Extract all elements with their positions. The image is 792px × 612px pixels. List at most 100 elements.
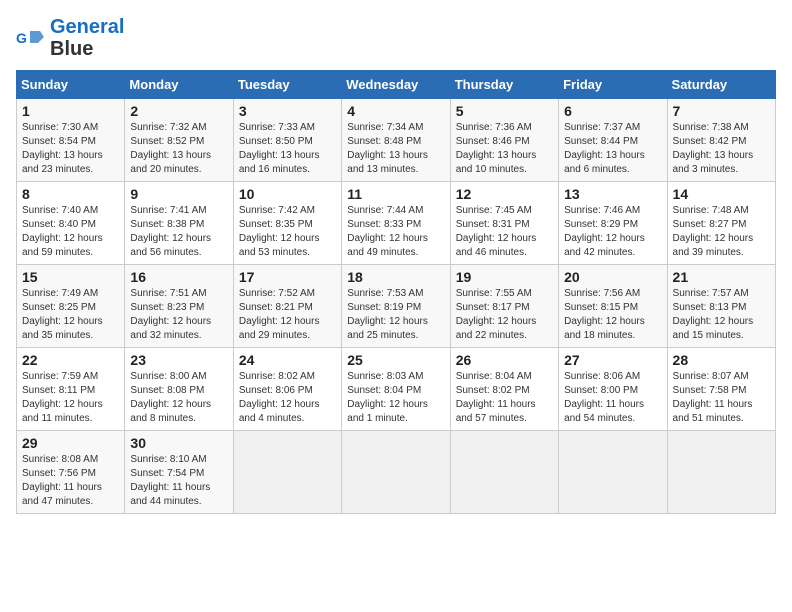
day-info: Sunrise: 7:33 AM Sunset: 8:50 PM Dayligh… (239, 121, 336, 177)
day-number: 24 (239, 352, 336, 368)
day-info: Sunrise: 7:40 AM Sunset: 8:40 PM Dayligh… (22, 204, 119, 260)
calendar-cell: 12 Sunrise: 7:45 AM Sunset: 8:31 PM Dayli… (450, 182, 558, 265)
calendar-cell: 1 Sunrise: 7:30 AM Sunset: 8:54 PM Daylig… (17, 99, 125, 182)
calendar-cell: 26 Sunrise: 8:04 AM Sunset: 8:02 PM Dayli… (450, 348, 558, 431)
day-number: 22 (22, 352, 119, 368)
day-info: Sunrise: 7:44 AM Sunset: 8:33 PM Dayligh… (347, 204, 444, 260)
day-number: 19 (456, 269, 553, 285)
calendar-cell: 2 Sunrise: 7:32 AM Sunset: 8:52 PM Daylig… (125, 99, 233, 182)
day-number: 15 (22, 269, 119, 285)
day-info: Sunrise: 8:10 AM Sunset: 7:54 PM Dayligh… (130, 453, 227, 509)
calendar-cell (233, 431, 341, 514)
day-info: Sunrise: 7:36 AM Sunset: 8:46 PM Dayligh… (456, 121, 553, 177)
day-number: 12 (456, 186, 553, 202)
calendar-cell: 6 Sunrise: 7:37 AM Sunset: 8:44 PM Daylig… (559, 99, 667, 182)
day-number: 14 (673, 186, 770, 202)
calendar-cell: 23 Sunrise: 8:00 AM Sunset: 8:08 PM Dayli… (125, 348, 233, 431)
day-number: 23 (130, 352, 227, 368)
calendar-cell: 17 Sunrise: 7:52 AM Sunset: 8:21 PM Dayli… (233, 265, 341, 348)
day-info: Sunrise: 8:02 AM Sunset: 8:06 PM Dayligh… (239, 370, 336, 426)
day-number: 27 (564, 352, 661, 368)
col-header-tuesday: Tuesday (233, 71, 341, 99)
day-number: 4 (347, 103, 444, 119)
calendar-cell (559, 431, 667, 514)
day-number: 1 (22, 103, 119, 119)
calendar-header-row: SundayMondayTuesdayWednesdayThursdayFrid… (17, 71, 776, 99)
day-number: 13 (564, 186, 661, 202)
day-info: Sunrise: 8:08 AM Sunset: 7:56 PM Dayligh… (22, 453, 119, 509)
day-info: Sunrise: 7:51 AM Sunset: 8:23 PM Dayligh… (130, 287, 227, 343)
day-number: 2 (130, 103, 227, 119)
day-number: 17 (239, 269, 336, 285)
calendar-cell: 21 Sunrise: 7:57 AM Sunset: 8:13 PM Dayli… (667, 265, 775, 348)
calendar-week-2: 15 Sunrise: 7:49 AM Sunset: 8:25 PM Dayli… (17, 265, 776, 348)
day-info: Sunrise: 8:04 AM Sunset: 8:02 PM Dayligh… (456, 370, 553, 426)
day-info: Sunrise: 8:07 AM Sunset: 7:58 PM Dayligh… (673, 370, 770, 426)
day-info: Sunrise: 7:48 AM Sunset: 8:27 PM Dayligh… (673, 204, 770, 260)
calendar-cell (342, 431, 450, 514)
logo: G GeneralBlue (16, 16, 124, 60)
calendar-cell: 20 Sunrise: 7:56 AM Sunset: 8:15 PM Dayli… (559, 265, 667, 348)
day-number: 26 (456, 352, 553, 368)
day-number: 6 (564, 103, 661, 119)
calendar-cell: 8 Sunrise: 7:40 AM Sunset: 8:40 PM Daylig… (17, 182, 125, 265)
day-info: Sunrise: 8:03 AM Sunset: 8:04 PM Dayligh… (347, 370, 444, 426)
svg-text:G: G (16, 30, 27, 46)
day-number: 7 (673, 103, 770, 119)
day-number: 8 (22, 186, 119, 202)
day-info: Sunrise: 7:52 AM Sunset: 8:21 PM Dayligh… (239, 287, 336, 343)
page-header: G GeneralBlue (16, 16, 776, 60)
day-info: Sunrise: 7:32 AM Sunset: 8:52 PM Dayligh… (130, 121, 227, 177)
calendar-cell: 29Sunrise: 8:08 AM Sunset: 7:56 PM Dayli… (17, 431, 125, 514)
calendar-cell: 18 Sunrise: 7:53 AM Sunset: 8:19 PM Dayli… (342, 265, 450, 348)
calendar-cell: 3 Sunrise: 7:33 AM Sunset: 8:50 PM Daylig… (233, 99, 341, 182)
day-info: Sunrise: 7:46 AM Sunset: 8:29 PM Dayligh… (564, 204, 661, 260)
calendar-cell: 13 Sunrise: 7:46 AM Sunset: 8:29 PM Dayli… (559, 182, 667, 265)
calendar-cell: 16Sunrise: 7:51 AM Sunset: 8:23 PM Dayli… (125, 265, 233, 348)
calendar-cell: 24 Sunrise: 8:02 AM Sunset: 8:06 PM Dayli… (233, 348, 341, 431)
day-info: Sunrise: 7:37 AM Sunset: 8:44 PM Dayligh… (564, 121, 661, 177)
day-info: Sunrise: 7:30 AM Sunset: 8:54 PM Dayligh… (22, 121, 119, 177)
col-header-thursday: Thursday (450, 71, 558, 99)
day-info: Sunrise: 7:55 AM Sunset: 8:17 PM Dayligh… (456, 287, 553, 343)
col-header-friday: Friday (559, 71, 667, 99)
calendar-week-3: 22Sunrise: 7:59 AM Sunset: 8:11 PM Dayli… (17, 348, 776, 431)
day-number: 28 (673, 352, 770, 368)
day-info: Sunrise: 8:00 AM Sunset: 8:08 PM Dayligh… (130, 370, 227, 426)
day-info: Sunrise: 7:53 AM Sunset: 8:19 PM Dayligh… (347, 287, 444, 343)
calendar-week-1: 8 Sunrise: 7:40 AM Sunset: 8:40 PM Daylig… (17, 182, 776, 265)
calendar-week-4: 29Sunrise: 8:08 AM Sunset: 7:56 PM Dayli… (17, 431, 776, 514)
calendar-cell: 28 Sunrise: 8:07 AM Sunset: 7:58 PM Dayli… (667, 348, 775, 431)
day-info: Sunrise: 7:57 AM Sunset: 8:13 PM Dayligh… (673, 287, 770, 343)
calendar-table: SundayMondayTuesdayWednesdayThursdayFrid… (16, 70, 776, 514)
day-number: 25 (347, 352, 444, 368)
calendar-cell (667, 431, 775, 514)
day-number: 21 (673, 269, 770, 285)
calendar-cell: 14 Sunrise: 7:48 AM Sunset: 8:27 PM Dayli… (667, 182, 775, 265)
day-info: Sunrise: 7:56 AM Sunset: 8:15 PM Dayligh… (564, 287, 661, 343)
calendar-cell: 4 Sunrise: 7:34 AM Sunset: 8:48 PM Daylig… (342, 99, 450, 182)
day-info: Sunrise: 7:41 AM Sunset: 8:38 PM Dayligh… (130, 204, 227, 260)
logo-icon: G (16, 23, 46, 53)
day-number: 10 (239, 186, 336, 202)
day-number: 20 (564, 269, 661, 285)
day-info: Sunrise: 7:49 AM Sunset: 8:25 PM Dayligh… (22, 287, 119, 343)
logo-text: GeneralBlue (50, 16, 124, 60)
day-info: Sunrise: 7:45 AM Sunset: 8:31 PM Dayligh… (456, 204, 553, 260)
calendar-cell: 15 Sunrise: 7:49 AM Sunset: 8:25 PM Dayli… (17, 265, 125, 348)
day-info: Sunrise: 7:34 AM Sunset: 8:48 PM Dayligh… (347, 121, 444, 177)
calendar-cell: 10Sunrise: 7:42 AM Sunset: 8:35 PM Dayli… (233, 182, 341, 265)
calendar-week-0: 1 Sunrise: 7:30 AM Sunset: 8:54 PM Daylig… (17, 99, 776, 182)
day-number: 3 (239, 103, 336, 119)
calendar-cell: 30Sunrise: 8:10 AM Sunset: 7:54 PM Dayli… (125, 431, 233, 514)
calendar-cell (450, 431, 558, 514)
col-header-wednesday: Wednesday (342, 71, 450, 99)
day-number: 9 (130, 186, 227, 202)
day-number: 18 (347, 269, 444, 285)
day-number: 11 (347, 186, 444, 202)
calendar-cell: 9 Sunrise: 7:41 AM Sunset: 8:38 PM Daylig… (125, 182, 233, 265)
col-header-saturday: Saturday (667, 71, 775, 99)
col-header-monday: Monday (125, 71, 233, 99)
calendar-cell: 7 Sunrise: 7:38 AM Sunset: 8:42 PM Daylig… (667, 99, 775, 182)
day-info: Sunrise: 7:38 AM Sunset: 8:42 PM Dayligh… (673, 121, 770, 177)
